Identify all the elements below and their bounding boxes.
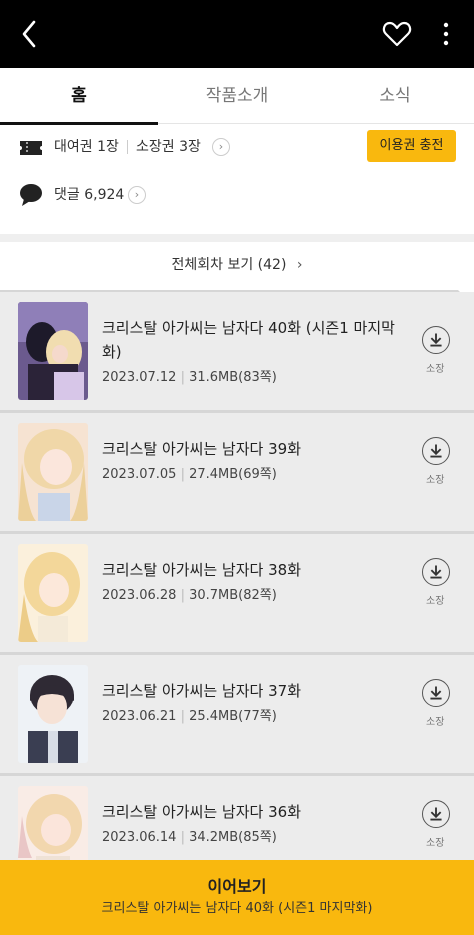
download-icon[interactable] [422,679,450,707]
episode-size: 34.2MB(85쪽) [189,830,277,845]
download-label[interactable]: 소장 [426,834,444,849]
episode-list: 크리스탈 아가씨는 남자다 40화 (시즌1 마지막화) 2023.07.12 … [0,290,474,935]
charge-ticket-button[interactable]: 이용권 충전 [367,130,456,162]
ticket-info-section: 대여권 1장 소장권 3장 › 이용권 충전 댓글 6,924 › [0,124,474,234]
tab-news[interactable]: 소식 [316,68,474,124]
divider: | [180,467,190,482]
divider: | [180,709,190,724]
comment-icon [20,184,42,206]
episode-date: 2023.07.05 [102,467,177,482]
episode-thumbnail [18,665,88,763]
tab-bar: 홈 작품소개 소식 [0,68,474,125]
chevron-right-icon[interactable]: › [128,186,146,204]
divider: | [180,830,190,845]
episode-meta: 2023.07.12 | 31.6MB(83쪽) [102,368,277,388]
download-icon[interactable] [422,558,450,586]
episode-row[interactable]: 크리스탈 아가씨는 남자다 39화 2023.07.05 | 27.4MB(69… [0,413,474,531]
download-label[interactable]: 소장 [426,592,444,607]
tab-introduction[interactable]: 작품소개 [158,68,316,124]
download-label[interactable]: 소장 [426,471,444,486]
divider [127,140,128,154]
episode-thumbnail [18,423,88,521]
episode-size: 30.7MB(82쪽) [189,588,277,603]
episode-row[interactable]: 크리스탈 아가씨는 남자다 38화 2023.06.28 | 30.7MB(82… [0,534,474,652]
chevron-right-icon[interactable]: › [212,138,230,156]
episode-row[interactable]: 크리스탈 아가씨는 남자다 37화 2023.06.21 | 25.4MB(77… [0,655,474,773]
episode-meta: 2023.06.21 | 25.4MB(77쪽) [102,707,277,727]
more-vertical-icon[interactable] [436,18,456,50]
divider: | [180,588,190,603]
episode-title: 크리스탈 아가씨는 남자다 40화 (시즌1 마지막화) [102,319,395,361]
download-icon[interactable] [422,800,450,828]
episode-size: 27.4MB(69쪽) [189,467,277,482]
all-episodes-link[interactable]: 전체회차 보기 (42) › [0,242,474,290]
back-arrow-icon[interactable] [14,18,46,50]
divider: | [180,370,190,385]
episode-size: 31.6MB(83쪽) [189,370,277,385]
top-bar [0,0,474,68]
comments-count[interactable]: 댓글 6,924 [54,184,124,206]
own-ticket-count[interactable]: 소장권 3장 [136,136,201,158]
episode-title: 크리스탈 아가씨는 남자다 36화 [102,803,301,821]
episode-size: 25.4MB(77쪽) [189,709,277,724]
episode-meta: 2023.07.05 | 27.4MB(69쪽) [102,465,277,485]
continue-episode-title: 크리스탈 아가씨는 남자다 40화 (시즌1 마지막화) [101,901,373,916]
continue-reading-button[interactable]: 이어보기 크리스탈 아가씨는 남자다 40화 (시즌1 마지막화) [0,860,474,935]
episode-row[interactable]: 크리스탈 아가씨는 남자다 40화 (시즌1 마지막화) 2023.07.12 … [0,292,474,410]
episode-title: 크리스탈 아가씨는 남자다 39화 [102,440,301,458]
rent-ticket-count[interactable]: 대여권 1장 [54,136,119,158]
all-episodes-label: 전체회차 보기 (42) [171,257,287,273]
episode-date: 2023.06.28 [102,588,177,603]
episode-title: 크리스탈 아가씨는 남자다 38화 [102,561,301,579]
ticket-icon [20,141,42,155]
download-label[interactable]: 소장 [426,713,444,728]
episode-title: 크리스탈 아가씨는 남자다 37화 [102,682,301,700]
continue-label: 이어보기 [207,877,267,896]
episode-date: 2023.07.12 [102,370,177,385]
section-divider [0,234,474,242]
tab-home[interactable]: 홈 [0,68,158,125]
download-icon[interactable] [422,326,450,354]
episode-thumbnail [18,302,88,400]
download-icon[interactable] [422,437,450,465]
episode-meta: 2023.06.14 | 34.2MB(85쪽) [102,828,277,848]
episode-meta: 2023.06.28 | 30.7MB(82쪽) [102,586,277,606]
episode-date: 2023.06.21 [102,709,177,724]
episode-date: 2023.06.14 [102,830,177,845]
heart-outline-icon[interactable] [381,18,413,50]
download-label[interactable]: 소장 [426,360,444,375]
episode-thumbnail [18,544,88,642]
chevron-right-icon: › [296,257,303,273]
